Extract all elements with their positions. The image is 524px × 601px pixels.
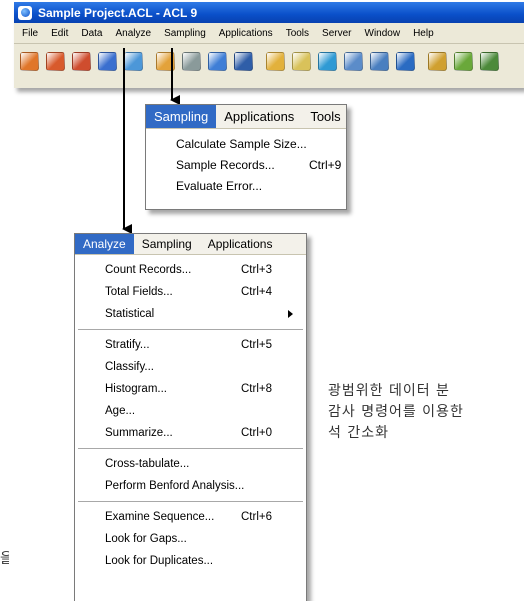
annotation-line: 석 간소화 <box>328 425 389 441</box>
menu-item-label: Calculate Sample Size... <box>176 136 307 151</box>
tab-analyze[interactable]: Analyze <box>75 234 134 254</box>
annotation-line: 광범위한 데이터 분 <box>328 383 450 399</box>
menu-item-label: Total Fields... <box>105 286 173 298</box>
menu-item-label: Examine Sequence... <box>105 511 215 523</box>
menu-item-label: Stratify... <box>105 339 150 351</box>
menu-item-label: Look for Gaps... <box>105 533 187 545</box>
tab-sampling[interactable]: Sampling <box>146 105 217 128</box>
menu-item-count-records[interactable]: Count Records... Ctrl+3 <box>75 259 306 281</box>
menu-item-shortcut: Ctrl+3 <box>241 264 272 276</box>
analyze-menu-header: Analyze Sampling Applications <box>75 234 306 255</box>
menu-item-perform-benford-analysis[interactable]: Perform Benford Analysis... <box>75 475 306 497</box>
menu-item-label: Summarize... <box>105 427 173 439</box>
menu-item-shortcut: Ctrl+0 <box>241 427 272 439</box>
menu-item-label: Sample Records... <box>176 157 275 172</box>
menu-item-age[interactable]: Age... <box>75 400 306 422</box>
cropped-edge-text: 을 <box>0 551 9 567</box>
menu-item-statistical[interactable]: Statistical <box>75 303 306 325</box>
menu-item-shortcut: Ctrl+8 <box>241 383 272 395</box>
menu-item-examine-sequence[interactable]: Examine Sequence... Ctrl+6 <box>75 506 306 528</box>
sampling-dropdown-menu: Sampling Applications Tools Calculate Sa… <box>145 104 347 210</box>
menu-item-label: Age... <box>105 405 136 417</box>
menu-item-classify[interactable]: Classify... <box>75 356 306 378</box>
submenu-arrow-icon <box>288 310 293 318</box>
analyze-dropdown-menu: Analyze Sampling Applications Count Reco… <box>74 233 307 601</box>
menu-item-summarize[interactable]: Summarize... Ctrl+0 <box>75 422 306 444</box>
menu-item-label: Perform Benford Analysis... <box>105 480 245 492</box>
menu-separator <box>78 329 303 330</box>
menu-item-look-for-duplicates[interactable]: Look for Duplicates... <box>75 550 306 572</box>
menu-item-cross-tabulate[interactable]: Cross-tabulate... <box>75 453 306 475</box>
menu-item-label: Count Records... <box>105 264 192 276</box>
tab-tools[interactable]: Tools <box>302 105 348 128</box>
tab-applications[interactable]: Applications <box>216 105 302 128</box>
menu-separator <box>78 501 303 502</box>
menu-item-sample-records[interactable]: Sample Records... Ctrl+9 <box>146 154 346 175</box>
menu-item-stratify[interactable]: Stratify... Ctrl+5 <box>75 334 306 356</box>
tab-sampling[interactable]: Sampling <box>134 234 200 254</box>
menu-item-label: Look for Duplicates... <box>105 555 214 567</box>
menu-item-evaluate-error[interactable]: Evaluate Error... <box>146 175 346 196</box>
tab-applications[interactable]: Applications <box>200 234 281 254</box>
menu-item-label: Evaluate Error... <box>176 178 263 193</box>
menu-item-histogram[interactable]: Histogram... Ctrl+8 <box>75 378 306 400</box>
menu-separator <box>78 448 303 449</box>
menu-item-shortcut: Ctrl+5 <box>241 339 272 351</box>
menu-item-label: Histogram... <box>105 383 167 395</box>
menu-item-total-fields[interactable]: Total Fields... Ctrl+4 <box>75 281 306 303</box>
menu-item-calculate-sample-size[interactable]: Calculate Sample Size... <box>146 133 346 154</box>
annotation-text: 광범위한 데이터 분 감사 명령어를 이용한 석 간소화 <box>328 381 464 444</box>
menu-item-label: Classify... <box>105 361 154 373</box>
menu-item-label: Cross-tabulate... <box>105 458 190 470</box>
menu-item-shortcut: Ctrl+9 <box>309 157 342 172</box>
menu-item-look-for-gaps[interactable]: Look for Gaps... <box>75 528 306 550</box>
annotation-line: 감사 명령어를 이용한 <box>328 404 464 420</box>
menu-item-label: Statistical <box>105 308 155 320</box>
menu-item-shortcut: Ctrl+4 <box>241 286 272 298</box>
sampling-menu-header: Sampling Applications Tools <box>146 105 346 129</box>
menu-item-shortcut: Ctrl+6 <box>241 511 272 523</box>
